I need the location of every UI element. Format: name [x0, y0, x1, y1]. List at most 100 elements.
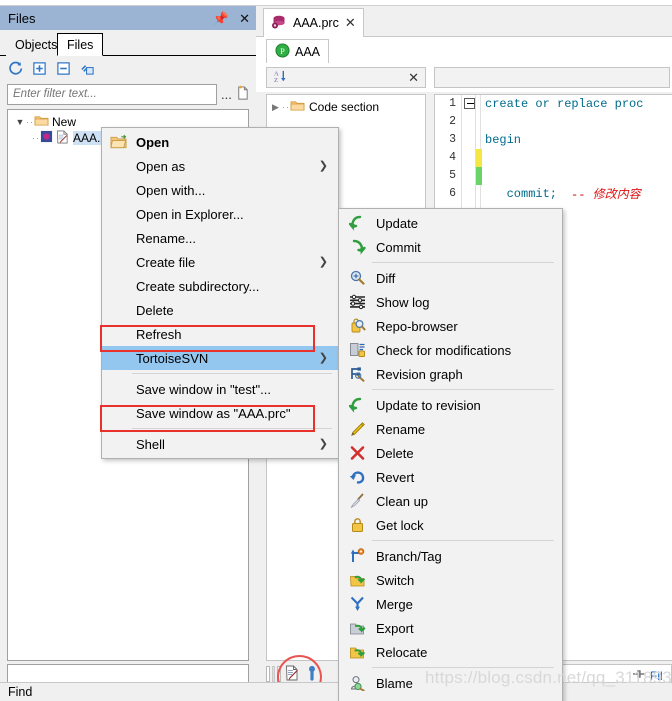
refresh-icon[interactable]: [8, 61, 23, 76]
pin-icon[interactable]: [632, 668, 646, 683]
submenu-item-check-for-modifications[interactable]: Check for modifications: [339, 338, 562, 362]
submenu-item-revert[interactable]: Revert: [339, 465, 562, 489]
clear-icon[interactable]: ✕: [408, 70, 419, 86]
filter-input[interactable]: [7, 83, 217, 105]
submenu-item-revision-graph[interactable]: Revision graph: [339, 362, 562, 386]
submenu-item-label: Check for modifications: [376, 342, 512, 358]
repo-browser-icon: [349, 318, 366, 334]
submenu-item-label: Update to revision: [376, 397, 481, 413]
submenu-item-label: Export: [376, 620, 414, 636]
right-panel-pin[interactable]: Fil: [632, 668, 663, 683]
submenu-item-branch-tag[interactable]: Branch/Tag: [339, 544, 562, 568]
submenu-item-commit[interactable]: Commit: [339, 235, 562, 259]
menu-item-create-file[interactable]: Create file ❯: [102, 250, 338, 274]
sort-control[interactable]: AZ ✕: [266, 67, 426, 88]
show-log-icon: [349, 294, 366, 310]
menu-item-save-window-as[interactable]: Save window as "AAA.prc": [102, 401, 338, 425]
pin-icon[interactable]: 📌: [213, 12, 229, 25]
status-cell-modified: [271, 666, 276, 682]
menu-item-tortoisesvn[interactable]: TortoiseSVN ❯: [102, 346, 338, 370]
submenu-item-delete[interactable]: Delete: [339, 441, 562, 465]
menu-item-open[interactable]: Open: [102, 130, 338, 154]
database-object-icon: [271, 14, 287, 33]
menu-item-save-window-in[interactable]: Save window in "test"...: [102, 377, 338, 401]
files-panel-title: Files: [8, 10, 36, 26]
link-with-editor-icon[interactable]: [80, 61, 95, 76]
submenu-separator: [372, 262, 554, 263]
submenu-item-update-to-revision[interactable]: Update to revision: [339, 393, 562, 417]
filter-row: ...: [0, 80, 256, 108]
menu-item-delete[interactable]: Delete: [102, 298, 338, 322]
menu-item-shell[interactable]: Shell ❯: [102, 432, 338, 456]
line-number: 3: [449, 133, 456, 146]
close-icon[interactable]: ✕: [345, 15, 356, 31]
menu-item-rename[interactable]: Rename...: [102, 226, 338, 250]
relocate-icon: [349, 644, 366, 660]
outline-item-label: Code section: [309, 100, 380, 114]
change-marker-added: [476, 167, 482, 185]
expand-all-icon[interactable]: [32, 61, 47, 76]
export-icon: [349, 620, 366, 636]
code-line: create or replace proc: [485, 97, 644, 111]
comment-dashes: --: [571, 188, 593, 202]
tab-files[interactable]: Files: [57, 33, 104, 56]
find-label[interactable]: Find: [8, 685, 32, 699]
code-text[interactable]: create or replace proc begin -- 修改内容 com…: [485, 95, 672, 203]
menu-item-open-with[interactable]: Open with...: [102, 178, 338, 202]
outline-find-input[interactable]: [434, 67, 670, 88]
chevron-down-icon[interactable]: ▼: [14, 117, 26, 127]
submenu-item-switch[interactable]: Switch: [339, 568, 562, 592]
outline-item-code-section[interactable]: ▶ ·· Code section: [267, 98, 425, 116]
menu-item-open-as[interactable]: Open as ❯: [102, 154, 338, 178]
submenu-separator: [372, 667, 554, 668]
close-icon[interactable]: ✕: [239, 12, 250, 25]
revert-undo-icon: [349, 469, 366, 485]
wrench-icon[interactable]: [306, 665, 318, 684]
application-window: Files 📌 ✕ Objects Files Enter filter tex…: [0, 0, 672, 701]
menu-item-create-subdirectory[interactable]: Create subdirectory...: [102, 274, 338, 298]
filter-more-button[interactable]: ...: [221, 87, 232, 102]
submenu-item-show-log[interactable]: Show log: [339, 290, 562, 314]
blame-icon: [349, 675, 366, 692]
clean-up-broom-icon: [349, 493, 366, 509]
tortoisesvn-submenu[interactable]: Update Commit Diff Show log Repo-browser…: [338, 208, 563, 701]
new-file-icon[interactable]: [235, 85, 250, 104]
submenu-item-export[interactable]: Export: [339, 616, 562, 640]
submenu-item-ignore[interactable]: Ignore: [339, 695, 562, 701]
submenu-separator: [372, 389, 554, 390]
editor-tab-label: AAA.prc: [293, 16, 339, 30]
lock-icon: [349, 517, 366, 533]
submenu-item-clean-up[interactable]: Clean up: [339, 489, 562, 513]
submenu-item-get-lock[interactable]: Get lock: [339, 513, 562, 537]
menu-separator: [132, 428, 332, 429]
submenu-item-diff[interactable]: Diff: [339, 266, 562, 290]
submenu-item-blame[interactable]: Blame: [339, 671, 562, 695]
menu-item-open-in-explorer[interactable]: Open in Explorer...: [102, 202, 338, 226]
menu-item-refresh[interactable]: Refresh: [102, 322, 338, 346]
collapse-all-icon[interactable]: [56, 61, 71, 76]
editor-tab-aaa-prc[interactable]: AAA.prc ✕: [263, 8, 364, 37]
status-mini-icons: [266, 664, 318, 684]
svg-text:Z: Z: [274, 77, 278, 84]
submenu-item-label: Rename: [376, 421, 426, 437]
menu-item-label: Save window in "test"...: [136, 381, 271, 397]
chevron-right-icon[interactable]: ▶: [272, 102, 282, 113]
switch-icon: [349, 572, 366, 588]
sort-az-icon[interactable]: AZ: [273, 69, 288, 87]
chevron-right-icon: ❯: [318, 256, 328, 268]
status-cell: [277, 666, 282, 682]
fold-collapse-icon[interactable]: [464, 98, 475, 109]
submenu-item-rename[interactable]: Rename: [339, 417, 562, 441]
subtab-aaa[interactable]: P AAA: [266, 39, 330, 63]
submenu-item-update[interactable]: Update: [339, 211, 562, 235]
menu-item-label: Create file: [136, 254, 196, 270]
chevron-right-icon: ❯: [318, 352, 328, 364]
delete-x-icon: [349, 445, 366, 461]
menu-item-label: Delete: [136, 302, 174, 318]
submenu-item-repo-browser[interactable]: Repo-browser: [339, 314, 562, 338]
submenu-item-merge[interactable]: Merge: [339, 592, 562, 616]
submenu-item-relocate[interactable]: Relocate: [339, 640, 562, 664]
context-menu[interactable]: Open Open as ❯ Open with... Open in Expl…: [101, 127, 339, 459]
menu-item-label: Open with...: [136, 182, 206, 198]
edit-document-icon[interactable]: [284, 665, 300, 684]
